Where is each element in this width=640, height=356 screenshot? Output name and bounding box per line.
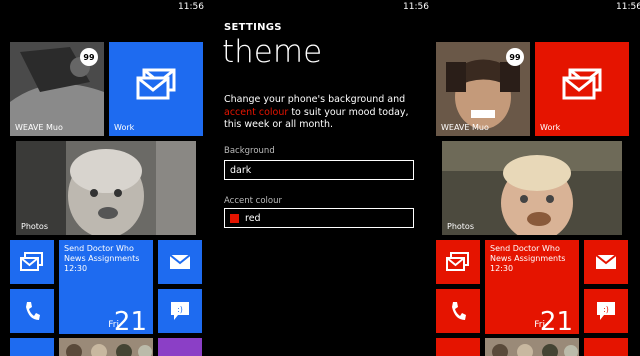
work-tile-label: Work	[114, 123, 135, 132]
partial-tile-1-right[interactable]	[436, 338, 480, 356]
phone-tile[interactable]	[10, 289, 54, 333]
purple-tile[interactable]	[158, 338, 202, 356]
contacts-photo-strip[interactable]	[59, 338, 153, 356]
feedback-tile-right[interactable]: :)	[584, 289, 628, 333]
status-clock: 11:56	[178, 2, 204, 12]
calendar-appointment: Send Doctor Who News Assignments 12:30	[64, 244, 139, 274]
people-tile-label-right: WEAVE Muo	[441, 123, 489, 132]
people-tile[interactable]: 99 WEAVE Muo	[10, 42, 104, 136]
email-tile-right[interactable]	[584, 240, 628, 284]
calendar-tile[interactable]: Send Doctor Who News Assignments 12:30 F…	[59, 240, 153, 334]
people-tile-label: WEAVE Muo	[15, 123, 63, 132]
accent-colour-value: red	[245, 212, 261, 224]
mail-icon	[136, 68, 176, 102]
status-clock-right: 11:56	[616, 2, 640, 12]
work-mail-tile-right[interactable]: Work	[535, 42, 629, 136]
accent-swatch	[230, 213, 239, 223]
chat-icon-right: :)	[596, 301, 616, 321]
settings-status-clock: 11:56	[403, 2, 429, 12]
start-screen-red: 11:56 99 WEAVE Muo Work Photos Send Doct…	[436, 0, 640, 356]
desc-text-1: Change your phone's background and	[224, 94, 406, 105]
contacts-photo-strip-right[interactable]	[485, 338, 579, 356]
calendar-line-1-right: Send Doctor Who	[490, 244, 560, 253]
svg-text::): :)	[603, 305, 609, 314]
email-tile[interactable]	[158, 240, 202, 284]
settings-section-title: SETTINGS	[224, 22, 282, 33]
people-tile-right[interactable]: 99 WEAVE Muo	[436, 42, 530, 136]
message-mail-icon	[20, 252, 44, 272]
contacts-photos	[59, 338, 153, 356]
accent-colour-link[interactable]: accent colour	[224, 107, 288, 118]
notification-badge-right: 99	[506, 48, 524, 66]
phone-tile-right[interactable]	[436, 289, 480, 333]
message-mail-icon-right	[446, 252, 470, 272]
envelope-icon	[170, 255, 190, 269]
accent-colour-label: Accent colour	[224, 196, 282, 206]
svg-text::): :)	[177, 305, 183, 314]
calendar-line-2-right: News Assignments	[490, 254, 566, 263]
red-tile-bottom[interactable]	[584, 338, 628, 356]
accent-colour-picker[interactable]: red	[224, 208, 414, 228]
phone-icon-right	[450, 301, 466, 321]
notification-badge: 99	[80, 48, 98, 66]
messaging-tile-right[interactable]	[436, 240, 480, 284]
calendar-line-2: News Assignments	[64, 254, 140, 263]
calendar-date-right: 21	[539, 307, 573, 334]
contacts-photos-right	[485, 338, 579, 356]
background-picker[interactable]: dark	[224, 160, 414, 180]
background-value: dark	[230, 164, 252, 176]
chat-icon: :)	[170, 301, 190, 321]
photos-tile-label-right: Photos	[447, 222, 474, 231]
partial-tile-1[interactable]	[10, 338, 54, 356]
photos-tile-right[interactable]: Photos	[442, 141, 622, 235]
calendar-line-3-right: 12:30	[490, 264, 514, 273]
envelope-icon-right	[596, 255, 616, 269]
calendar-line-3: 12:30	[64, 264, 88, 273]
photos-tile-label: Photos	[21, 222, 48, 231]
photos-image-right	[442, 141, 622, 235]
feedback-tile[interactable]: :)	[158, 289, 202, 333]
calendar-appointment-right: Send Doctor Who News Assignments 12:30	[490, 244, 565, 274]
theme-description: Change your phone's background and accen…	[224, 94, 419, 132]
work-mail-tile[interactable]: Work	[109, 42, 203, 136]
mail-icon-right	[562, 68, 602, 102]
calendar-tile-right[interactable]: Send Doctor Who News Assignments 12:30 F…	[485, 240, 579, 334]
photos-image	[16, 141, 196, 235]
page-title: theme	[222, 34, 323, 70]
calendar-line-1: Send Doctor Who	[64, 244, 134, 253]
background-label: Background	[224, 146, 275, 156]
work-tile-label-right: Work	[540, 123, 561, 132]
start-screen-blue: 11:56 99 WEAVE Muo Work Photos Send Doct…	[0, 0, 204, 356]
messaging-tile[interactable]	[10, 240, 54, 284]
phone-icon	[24, 301, 40, 321]
calendar-date: 21	[113, 307, 147, 334]
photos-tile[interactable]: Photos	[16, 141, 196, 235]
